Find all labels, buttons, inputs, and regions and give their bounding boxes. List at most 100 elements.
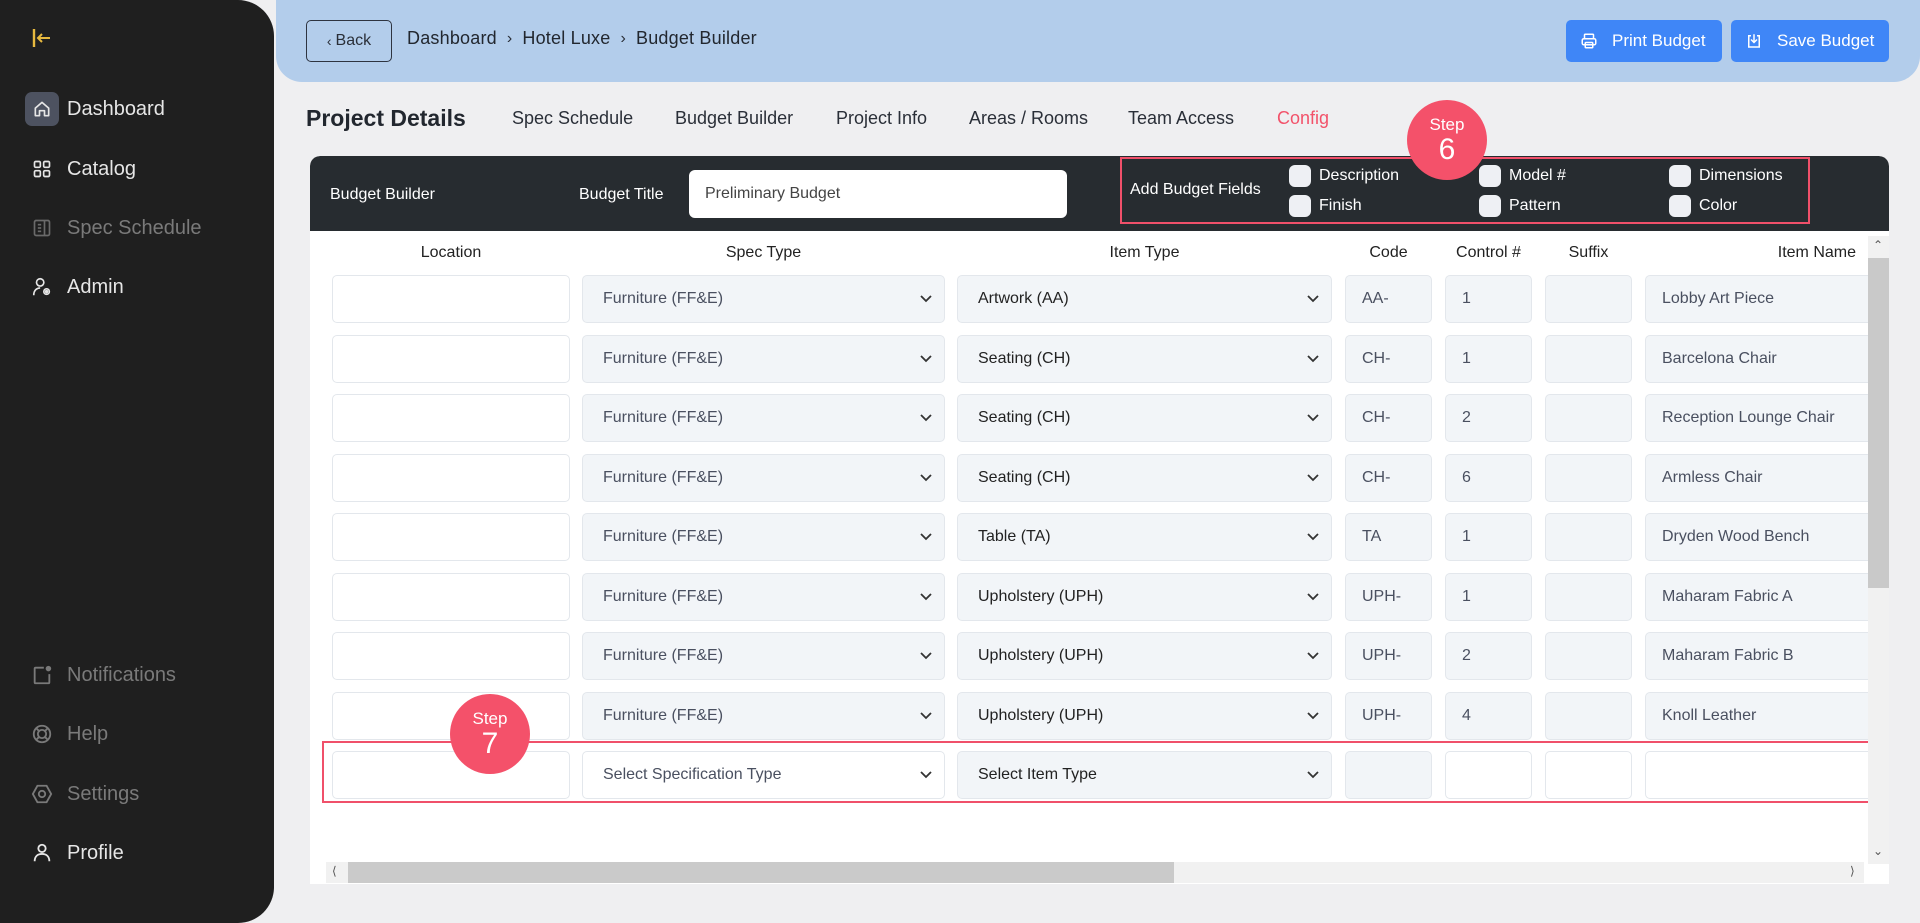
item-type-select[interactable]: Upholstery (UPH) <box>957 632 1332 680</box>
spec-type-select[interactable]: Furniture (FF&E) <box>582 573 945 621</box>
control-input[interactable]: 1 <box>1445 335 1532 383</box>
chevron-down-icon <box>920 474 932 482</box>
item-name-input[interactable]: Armless Chair <box>1645 454 1885 502</box>
code-input[interactable]: CH- <box>1345 454 1432 502</box>
suffix-input[interactable] <box>1545 335 1632 383</box>
sidebar-item-admin[interactable]: Admin <box>25 269 124 305</box>
checkbox[interactable] <box>1479 165 1501 187</box>
control-input[interactable]: 4 <box>1445 692 1532 740</box>
item-name-input[interactable]: Reception Lounge Chair <box>1645 394 1885 442</box>
tab-areas-rooms[interactable]: Areas / Rooms <box>969 108 1088 129</box>
spec-type-select[interactable]: Furniture (FF&E) <box>582 275 945 323</box>
tab-spec-schedule[interactable]: Spec Schedule <box>512 108 633 129</box>
horizontal-scrollbar-thumb[interactable] <box>348 862 1174 883</box>
field-checkbox-dimensions[interactable]: Dimensions <box>1669 165 1783 187</box>
code-input[interactable]: TA <box>1345 513 1432 561</box>
tab-budget-builder[interactable]: Budget Builder <box>675 108 793 129</box>
control-input[interactable]: 2 <box>1445 394 1532 442</box>
sidebar-item-settings[interactable]: Settings <box>25 776 139 812</box>
suffix-input[interactable] <box>1545 632 1632 680</box>
checkbox[interactable] <box>1289 165 1311 187</box>
tab-config[interactable]: Config <box>1277 108 1329 129</box>
scroll-left-icon[interactable]: ⟨ <box>332 864 337 878</box>
spec-type-select[interactable]: Furniture (FF&E) <box>582 632 945 680</box>
sidebar-item-catalog[interactable]: Catalog <box>25 151 136 187</box>
location-input[interactable] <box>332 335 570 383</box>
code-input[interactable]: UPH- <box>1345 692 1432 740</box>
field-checkbox-pattern[interactable]: Pattern <box>1479 195 1561 217</box>
breadcrumb-dashboard[interactable]: Dashboard <box>407 28 497 49</box>
spec-type-select[interactable]: Furniture (FF&E) <box>582 513 945 561</box>
code-input[interactable]: UPH- <box>1345 573 1432 621</box>
checkbox[interactable] <box>1289 195 1311 217</box>
item-type-select[interactable]: Upholstery (UPH) <box>957 692 1332 740</box>
sidebar-item-notifications[interactable]: Notifications <box>25 657 176 693</box>
item-name-input[interactable]: Barcelona Chair <box>1645 335 1885 383</box>
spec-type-select[interactable]: Furniture (FF&E) <box>582 394 945 442</box>
tab-project-info[interactable]: Project Info <box>836 108 927 129</box>
checkbox[interactable] <box>1669 165 1691 187</box>
spec-type-select[interactable]: Furniture (FF&E) <box>582 692 945 740</box>
field-checkbox-color[interactable]: Color <box>1669 195 1737 217</box>
suffix-input[interactable] <box>1545 692 1632 740</box>
location-input[interactable] <box>332 275 570 323</box>
grid-icon <box>25 152 59 186</box>
field-checkbox-description[interactable]: Description <box>1289 165 1399 187</box>
control-input[interactable]: 6 <box>1445 454 1532 502</box>
location-input[interactable] <box>332 573 570 621</box>
item-type-select[interactable]: Upholstery (UPH) <box>957 573 1332 621</box>
item-name-input[interactable]: Lobby Art Piece <box>1645 275 1885 323</box>
horizontal-scrollbar[interactable]: ⟨ ⟩ <box>326 862 1864 883</box>
selected-value: Seating (CH) <box>978 469 1071 486</box>
suffix-input[interactable] <box>1545 275 1632 323</box>
spec-type-select[interactable]: Furniture (FF&E) <box>582 454 945 502</box>
item-type-select[interactable]: Artwork (AA) <box>957 275 1332 323</box>
item-name-input[interactable]: Maharam Fabric B <box>1645 632 1885 680</box>
control-input[interactable]: 2 <box>1445 632 1532 680</box>
checkbox[interactable] <box>1479 195 1501 217</box>
suffix-input[interactable] <box>1545 573 1632 621</box>
item-name-input[interactable]: Maharam Fabric A <box>1645 573 1885 621</box>
control-input[interactable]: 1 <box>1445 573 1532 621</box>
item-type-select[interactable]: Seating (CH) <box>957 454 1332 502</box>
suffix-input[interactable] <box>1545 513 1632 561</box>
spec-type-select[interactable]: Furniture (FF&E) <box>582 335 945 383</box>
location-input[interactable] <box>332 632 570 680</box>
code-input[interactable]: AA- <box>1345 275 1432 323</box>
item-type-select[interactable]: Seating (CH) <box>957 394 1332 442</box>
sidebar-item-spec-schedule[interactable]: Spec Schedule <box>25 210 202 246</box>
location-input[interactable] <box>332 454 570 502</box>
item-name-input[interactable]: Knoll Leather <box>1645 692 1885 740</box>
back-button[interactable]: ‹ Back <box>306 20 392 62</box>
vertical-scrollbar[interactable]: ⌃ ⌄ <box>1868 236 1889 864</box>
chevron-down-icon <box>1307 414 1319 422</box>
sidebar-item-help[interactable]: Help <box>25 716 108 752</box>
budget-title-input[interactable] <box>689 170 1067 218</box>
sidebar-item-dashboard[interactable]: Dashboard <box>25 91 165 127</box>
collapse-sidebar-icon[interactable] <box>30 26 54 50</box>
code-input[interactable]: UPH- <box>1345 632 1432 680</box>
scroll-up-icon[interactable]: ⌃ <box>1873 238 1883 252</box>
item-type-select[interactable]: Seating (CH) <box>957 335 1332 383</box>
code-input[interactable]: CH- <box>1345 394 1432 442</box>
item-name-input[interactable]: Dryden Wood Bench <box>1645 513 1885 561</box>
breadcrumb-hotel-luxe[interactable]: Hotel Luxe <box>522 28 610 49</box>
control-input[interactable]: 1 <box>1445 513 1532 561</box>
control-input[interactable]: 1 <box>1445 275 1532 323</box>
vertical-scrollbar-thumb[interactable] <box>1868 258 1889 588</box>
scroll-down-icon[interactable]: ⌄ <box>1873 844 1883 858</box>
field-checkbox-model[interactable]: Model # <box>1479 165 1566 187</box>
location-input[interactable] <box>332 394 570 442</box>
item-type-select[interactable]: Table (TA) <box>957 513 1332 561</box>
save-budget-button[interactable]: Save Budget <box>1731 20 1889 62</box>
tab-team-access[interactable]: Team Access <box>1128 108 1234 129</box>
sidebar-item-profile[interactable]: Profile <box>25 835 124 871</box>
code-input[interactable]: CH- <box>1345 335 1432 383</box>
scroll-right-icon[interactable]: ⟩ <box>1850 864 1855 878</box>
checkbox[interactable] <box>1669 195 1691 217</box>
suffix-input[interactable] <box>1545 394 1632 442</box>
field-checkbox-finish[interactable]: Finish <box>1289 195 1362 217</box>
location-input[interactable] <box>332 513 570 561</box>
print-budget-button[interactable]: Print Budget <box>1566 20 1722 62</box>
suffix-input[interactable] <box>1545 454 1632 502</box>
